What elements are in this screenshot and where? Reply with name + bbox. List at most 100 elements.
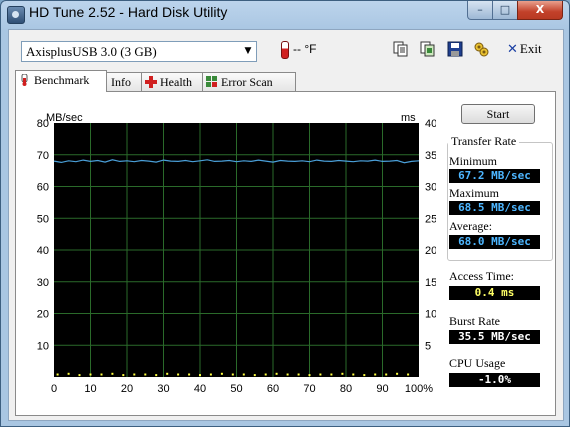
cpu-usage-value: -1.0% (449, 373, 540, 387)
access-time-point (100, 373, 103, 376)
y-right-tick-label: 20 (425, 245, 436, 257)
app-window: HD Tune 2.52 - Hard Disk Utility – □ X A… (0, 0, 570, 427)
save-icon[interactable] (446, 40, 464, 58)
y-left-tick-label: 30 (37, 277, 49, 289)
access-time-point (111, 372, 114, 375)
access-time-point (407, 373, 410, 376)
right-axis-label: ms (401, 112, 416, 124)
access-time-point (253, 374, 256, 377)
burst-rate-value: 35.5 MB/sec (449, 330, 540, 344)
access-time-point (133, 373, 136, 376)
access-time-point (374, 373, 377, 376)
access-time-point (188, 373, 191, 376)
minimum-value: 67.2 MB/sec (449, 169, 540, 183)
access-time-point (89, 373, 92, 376)
exit-label: Exit (519, 41, 542, 56)
benchmark-panel: 0 10 20 30 40 50 60 70 80 90 100% 10 5 20 10 30 15 40 20 50… (15, 91, 556, 416)
burst-rate-label: Burst Rate (449, 314, 500, 328)
x-tick-label: 10 (84, 383, 96, 395)
access-time-point (275, 372, 278, 375)
y-right-tick-label: 15 (425, 277, 436, 289)
access-time-label: Access Time: (449, 269, 515, 283)
minimize-button[interactable]: – (467, 1, 493, 20)
x-tick-label: 40 (194, 383, 206, 395)
access-time-point (308, 374, 311, 377)
access-time-point (385, 373, 388, 376)
window-title: HD Tune 2.52 - Hard Disk Utility (29, 4, 228, 20)
title-bar[interactable]: HD Tune 2.52 - Hard Disk Utility – □ X (1, 1, 569, 29)
transfer-chart: 0 10 20 30 40 50 60 70 80 90 100% 10 5 20 10 30 15 40 20 50… (37, 112, 436, 395)
access-time-point (67, 372, 70, 375)
copy-screenshot-icon[interactable] (419, 40, 437, 58)
copy-text-icon[interactable] (392, 40, 410, 58)
average-value: 68.0 MB/sec (449, 235, 540, 249)
y-right-tick-label: 5 (425, 340, 431, 352)
maximum-value: 68.5 MB/sec (449, 201, 540, 215)
access-time-point (242, 373, 245, 376)
y-right-tick-label: 40 (425, 118, 436, 130)
close-button[interactable]: X (517, 1, 563, 20)
hdtune-app-icon (7, 6, 25, 24)
x-tick-label: 70 (303, 383, 315, 395)
thermometer-icon (281, 41, 289, 59)
access-time-point (56, 373, 59, 376)
tab-error-scan-label: Error Scan (221, 75, 273, 89)
y-right-tick-label: 35 (425, 150, 436, 162)
maximize-button[interactable]: □ (492, 1, 518, 20)
access-time-point (78, 374, 81, 377)
minimum-label: Minimum (449, 154, 498, 168)
x-tick-label: 50 (230, 383, 242, 395)
exit-button[interactable]: ✕ Exit (507, 41, 542, 57)
tab-error-scan[interactable]: Error Scan (202, 72, 296, 92)
access-time-point (199, 374, 201, 377)
tab-info-label: Info (111, 75, 131, 89)
access-time-point (363, 374, 366, 377)
main-client-area: AxisplusUSB 3.0 (3 GB) ▼ -- °F ✕ Exit Ben… (8, 29, 564, 421)
average-label: Average: (449, 219, 493, 233)
access-time-value: 0.4 ms (449, 286, 540, 300)
options-icon[interactable] (472, 40, 490, 58)
access-time-point (144, 373, 147, 376)
tab-health-label: Health (160, 75, 192, 89)
left-axis-label: MB/sec (46, 112, 83, 124)
access-time-point (122, 374, 125, 377)
access-time-point (319, 373, 322, 376)
access-time-point (330, 373, 333, 376)
chevron-down-icon[interactable]: ▼ (240, 42, 256, 61)
access-time-point (396, 372, 399, 375)
y-left-tick-label: 60 (37, 182, 49, 194)
x-tick-label: 60 (267, 383, 279, 395)
y-left-tick-label: 40 (37, 245, 49, 257)
access-time-point (231, 373, 234, 376)
y-left-tick-label: 10 (37, 340, 49, 352)
x-tick-label: 80 (340, 383, 352, 395)
benchmark-icon (21, 74, 28, 86)
access-time-point (220, 372, 223, 375)
health-icon (145, 76, 157, 88)
y-left-tick-label: 50 (37, 213, 49, 225)
drive-select-value: AxisplusUSB 3.0 (3 GB) (26, 44, 157, 59)
access-time-point (352, 373, 355, 376)
access-time-point (155, 374, 158, 377)
access-time-point (166, 372, 169, 375)
y-right-tick-label: 25 (425, 213, 436, 225)
temperature-readout: -- °F (293, 42, 317, 56)
drive-select[interactable]: AxisplusUSB 3.0 (3 GB) ▼ (21, 41, 257, 62)
x-tick-label: 90 (376, 383, 388, 395)
access-time-point (297, 373, 300, 376)
y-left-tick-label: 70 (37, 150, 49, 162)
access-time-point (341, 372, 344, 375)
tab-benchmark-label: Benchmark (34, 73, 90, 87)
start-button[interactable]: Start (461, 104, 535, 124)
tab-benchmark[interactable]: Benchmark (15, 70, 107, 92)
x-tick-label: 100% (405, 383, 433, 395)
x-tick-label: 20 (121, 383, 133, 395)
access-time-point (264, 373, 267, 376)
y-left-tick-label: 20 (37, 309, 49, 321)
access-time-point (177, 373, 180, 376)
y-right-tick-label: 10 (425, 309, 436, 321)
maximum-label: Maximum (449, 186, 499, 200)
y-right-tick-label: 30 (425, 182, 436, 194)
x-tick-label: 30 (157, 383, 169, 395)
cpu-usage-label: CPU Usage (449, 356, 506, 370)
